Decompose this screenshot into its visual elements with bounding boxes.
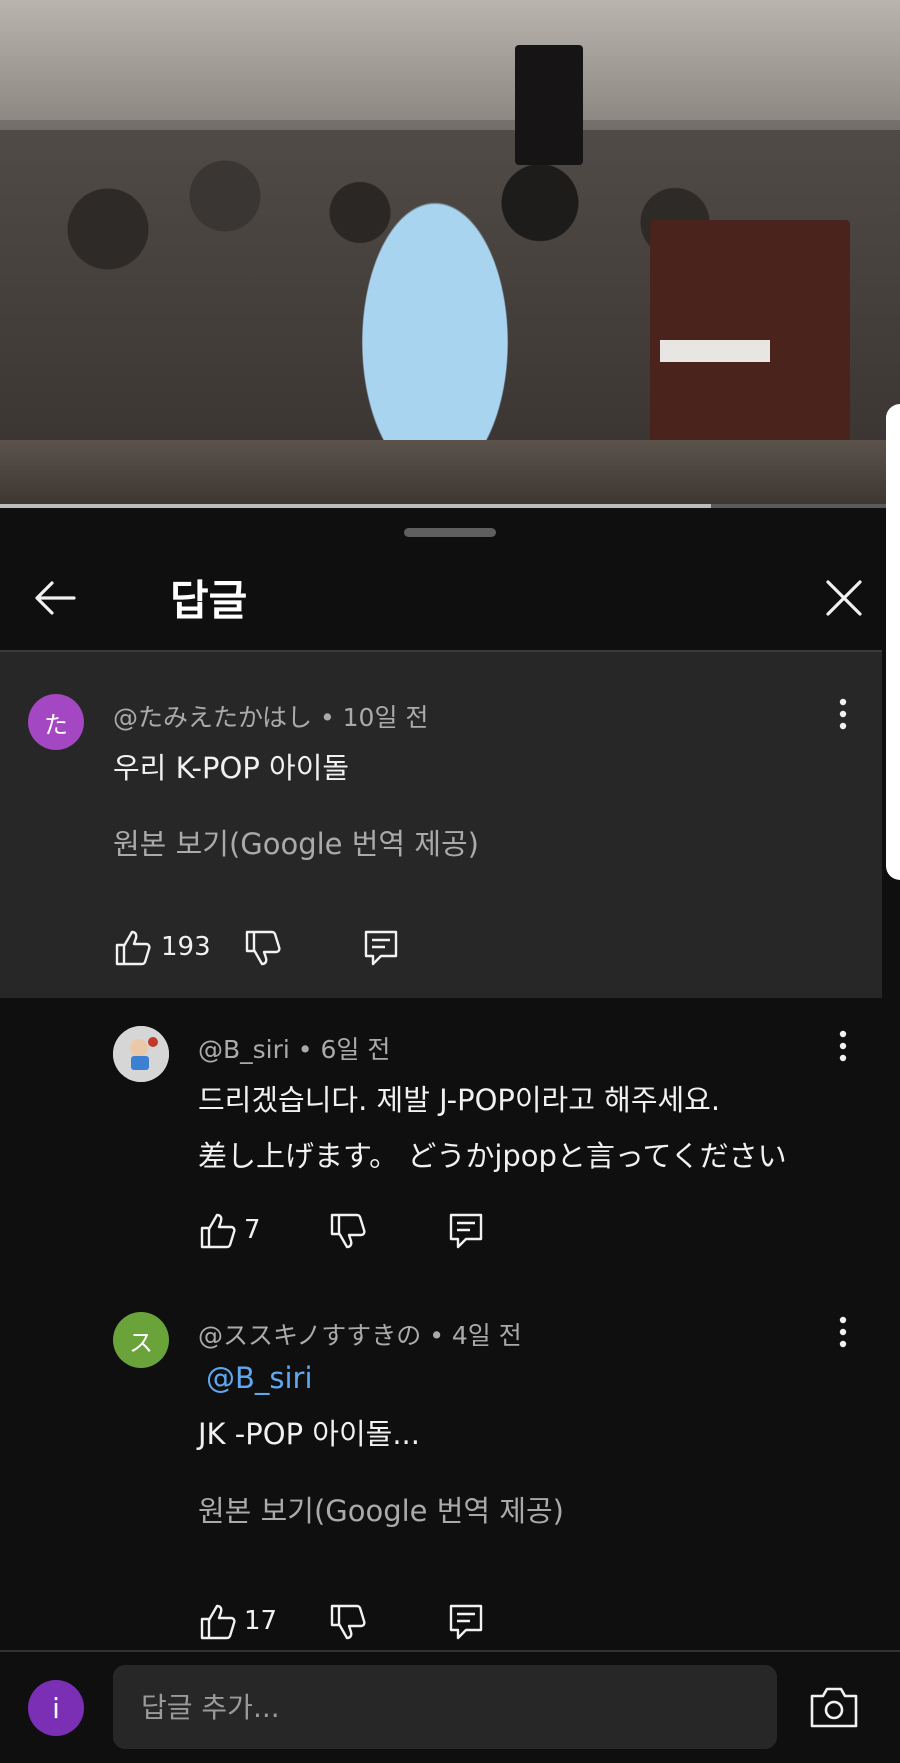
arrow-left-icon[interactable] [30, 572, 82, 624]
more-vert-icon[interactable] [828, 1312, 858, 1352]
video-piano-keys [660, 340, 770, 362]
comment-time: 4일 전 [451, 1321, 522, 1350]
close-icon[interactable] [818, 572, 870, 624]
parent-comment: た @たみえたかはし • 10일 전 우리 K-POP 아이돌 원본 보기(Go… [0, 652, 882, 998]
video-piano [650, 220, 850, 450]
comment-time: 10일 전 [342, 703, 429, 732]
avatar-letter: た [44, 710, 68, 739]
reply-icon[interactable] [446, 1211, 486, 1251]
video-progress-fill [0, 504, 711, 508]
drag-handle[interactable] [404, 528, 496, 537]
reply-input[interactable] [113, 1665, 777, 1749]
see-original-link[interactable]: 원본 보기(Google 번역 제공) [198, 1488, 564, 1530]
like-count: 17 [244, 1606, 278, 1636]
more-vert-icon[interactable] [828, 694, 858, 734]
like-icon[interactable] [198, 1602, 238, 1642]
reply-icon[interactable] [446, 1602, 486, 1642]
like-icon[interactable] [198, 1211, 238, 1251]
avatar[interactable] [113, 1026, 169, 1082]
video-performer [350, 180, 520, 450]
avatar-letter: i [52, 1691, 60, 1725]
video-floor [0, 440, 900, 508]
dislike-icon[interactable] [328, 1211, 368, 1251]
avatar[interactable]: ス [113, 1312, 169, 1368]
like-icon[interactable] [113, 928, 153, 968]
more-vert-icon[interactable] [828, 1026, 858, 1066]
comment-text: 우리 K-POP 아이돌 [113, 751, 350, 785]
avatar[interactable]: た [28, 694, 84, 750]
video-progress-bar[interactable] [0, 504, 900, 508]
comment-meta: @B_siri • 6일 전 [198, 1035, 391, 1064]
dislike-icon[interactable] [243, 928, 283, 968]
avatar-letter: ス [129, 1328, 153, 1357]
video-background-ceiling [0, 0, 900, 120]
video-player[interactable] [0, 0, 900, 508]
comment-author[interactable]: @たみえたかはし [113, 703, 312, 732]
reply-icon[interactable] [361, 928, 401, 968]
side-scroll-handle[interactable] [886, 404, 900, 880]
see-original-link[interactable]: 원본 보기(Google 번역 제공) [113, 821, 479, 863]
replies-sheet: 답글 た @たみえたかはし • 10일 전 우리 K-POP 아이돌 원본 보기… [0, 512, 882, 1763]
comment-text: 差し上げます。 どうかjpopと言ってください [198, 1139, 787, 1173]
comment-text: JK -POP 아이돌... [198, 1417, 420, 1451]
comment-meta: @たみえたかはし • 10일 전 [113, 703, 429, 732]
comment-author[interactable]: @ススキノすすきの [198, 1321, 421, 1350]
my-avatar[interactable]: i [28, 1680, 84, 1736]
comment-meta: @ススキノすすきの • 4일 전 [198, 1321, 522, 1350]
reply-composer: i [0, 1652, 900, 1763]
cartoon-avatar-image [113, 1026, 169, 1082]
sheet-title: 답글 [170, 576, 248, 625]
video-speaker [515, 45, 583, 165]
like-count: 193 [161, 932, 211, 962]
camera-icon[interactable] [808, 1684, 860, 1730]
mention-link[interactable]: @B_siri [206, 1361, 313, 1395]
like-count: 7 [244, 1215, 261, 1245]
dislike-icon[interactable] [328, 1602, 368, 1642]
comment-time: 6일 전 [320, 1035, 391, 1064]
comment-text: 드리겠습니다. 제발 J-POP이라고 해주세요. [198, 1083, 721, 1117]
comment-author[interactable]: @B_siri [198, 1035, 290, 1064]
